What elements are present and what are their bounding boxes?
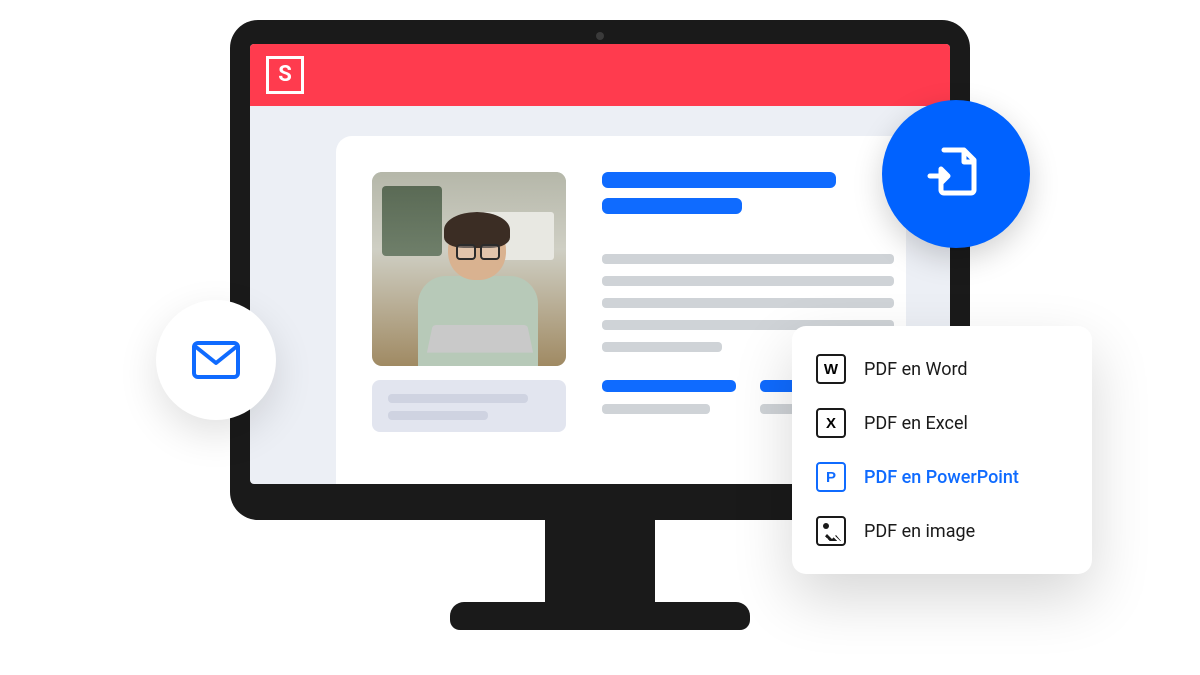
menu-item-word[interactable]: W PDF en Word [802, 342, 1082, 396]
menu-item-label: PDF en Word [864, 359, 968, 380]
photo-caption-block [372, 380, 566, 432]
convert-menu: W PDF en Word X PDF en Excel P PDF en Po… [792, 326, 1092, 574]
text-placeholder [602, 254, 894, 264]
app-header: S [250, 44, 950, 106]
title-placeholder [602, 198, 742, 214]
word-icon: W [816, 354, 846, 384]
app-logo-letter: S [278, 64, 292, 86]
menu-item-excel[interactable]: X PDF en Excel [802, 396, 1082, 450]
monitor-neck [545, 520, 655, 602]
powerpoint-icon: P [816, 462, 846, 492]
text-placeholder [602, 298, 894, 308]
menu-item-powerpoint[interactable]: P PDF en PowerPoint [802, 450, 1082, 504]
caption-line [388, 411, 488, 420]
caption-line [388, 394, 528, 403]
text-placeholder [602, 404, 710, 414]
menu-item-label: PDF en PowerPoint [864, 467, 1019, 488]
text-placeholder [602, 276, 894, 286]
document-photo [372, 172, 566, 366]
menu-item-image[interactable]: PDF en image [802, 504, 1082, 558]
mail-badge[interactable] [156, 300, 276, 420]
title-placeholder [602, 172, 836, 188]
menu-item-label: PDF en Excel [864, 413, 968, 434]
mail-icon [192, 341, 240, 379]
app-logo[interactable]: S [266, 56, 304, 94]
camera-dot [596, 32, 604, 40]
convert-icon [922, 140, 990, 208]
image-icon [816, 516, 846, 546]
document-left-column [372, 172, 566, 484]
convert-badge[interactable] [882, 100, 1030, 248]
monitor-base [450, 602, 750, 630]
excel-icon: X [816, 408, 846, 438]
sub-column [602, 380, 736, 414]
menu-item-label: PDF en image [864, 521, 975, 542]
text-placeholder [602, 342, 722, 352]
subheading-placeholder [602, 380, 736, 392]
